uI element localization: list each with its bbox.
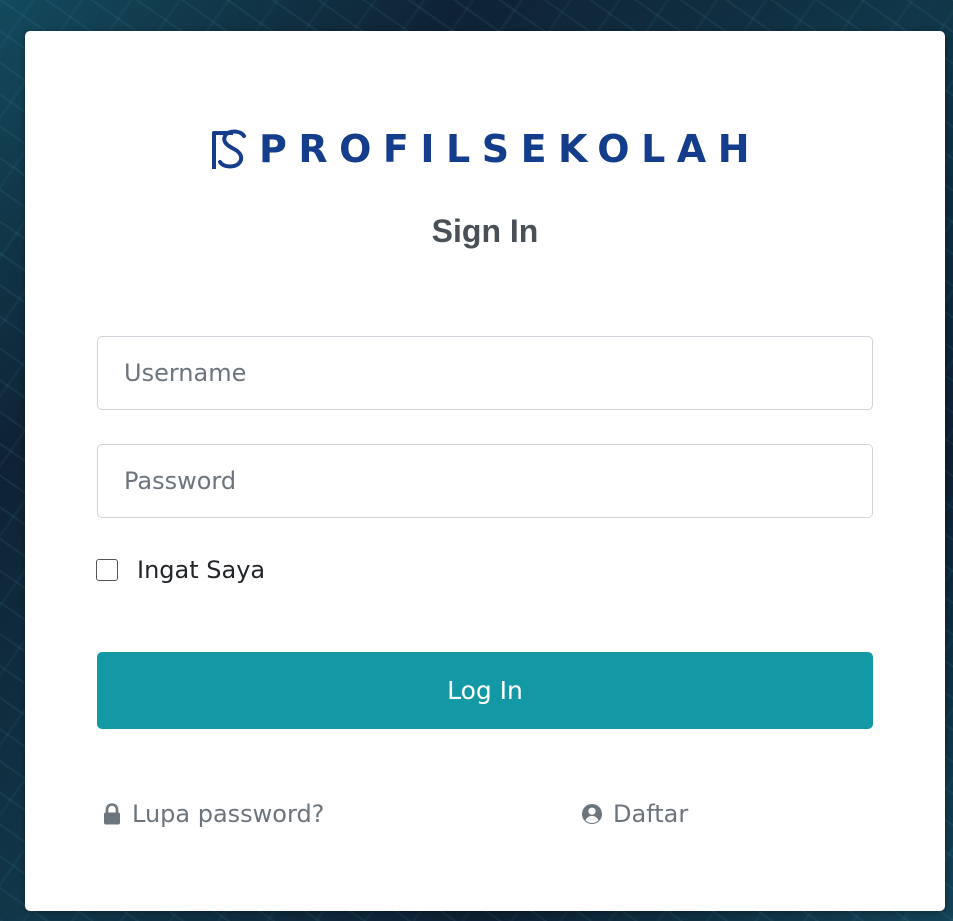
brand-header: PROFILSEKOLAH [25, 127, 945, 171]
remember-label[interactable]: Ingat Saya [137, 556, 265, 584]
remember-checkbox[interactable] [96, 559, 118, 581]
login-button[interactable]: Log In [97, 652, 873, 729]
ps-logo-icon [211, 129, 246, 169]
page-title: Sign In [431, 213, 539, 249]
lock-icon [104, 803, 120, 825]
password-input[interactable] [97, 444, 873, 518]
login-card: PROFILSEKOLAH Sign In Ingat Saya Log In … [25, 31, 945, 911]
remember-me[interactable]: Ingat Saya [96, 556, 265, 584]
register-link[interactable]: Daftar [581, 800, 688, 828]
forgot-password-label[interactable]: Lupa password? [132, 800, 324, 828]
user-circle-icon [582, 804, 602, 824]
forgot-password-link[interactable]: Lupa password? [102, 800, 324, 828]
username-input[interactable] [97, 336, 873, 410]
register-label[interactable]: Daftar [613, 800, 688, 828]
brand-name: PROFILSEKOLAH [258, 127, 762, 171]
